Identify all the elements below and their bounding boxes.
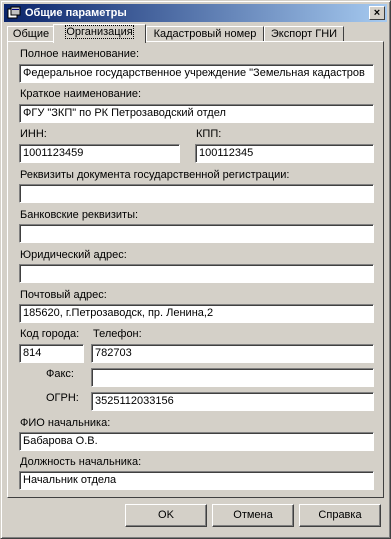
ogrn-label: ОГРН: [46, 392, 79, 404]
tab-organization[interactable]: Организация [53, 24, 146, 43]
city-code-label: Код города: [20, 328, 80, 340]
ogrn-field[interactable]: 3525112033156 [91, 392, 374, 411]
phone-field[interactable]: 782703 [91, 344, 374, 363]
full-name-label: Полное наименование: [20, 48, 140, 60]
chief-position-field[interactable]: Начальник отдела [19, 471, 374, 490]
ok-button[interactable]: OK [125, 504, 207, 527]
postal-address-label: Почтовый адрес: [20, 289, 107, 301]
chief-name-label: ФИО начальника: [20, 417, 111, 429]
inn-label: ИНН: [20, 128, 47, 140]
legal-address-field[interactable] [19, 264, 374, 283]
bank-label: Банковские реквизиты: [20, 209, 139, 221]
fax-label: Факс: [46, 368, 74, 380]
kpp-label: КПП: [196, 128, 222, 140]
reg-doc-label: Реквизиты документа государственной реги… [20, 169, 290, 181]
short-name-field[interactable]: ФГУ "ЗКП" по РК Петрозаводский отдел [19, 104, 374, 123]
window-title: Общие параметры [25, 7, 127, 19]
fax-field[interactable] [91, 368, 374, 387]
reg-doc-field[interactable] [19, 184, 374, 203]
chief-position-label: Должность начальника: [20, 456, 142, 468]
short-name-label: Краткое наименование: [20, 88, 142, 100]
dialog-window: Общие параметры × Общие Организация Када… [0, 0, 391, 539]
tab-general[interactable]: Общие [7, 26, 55, 42]
legal-address-label: Юридический адрес: [20, 249, 127, 261]
close-button[interactable]: × [369, 6, 385, 20]
help-button[interactable]: Справка [299, 504, 381, 527]
tab-export-gni[interactable]: Экспорт ГНИ [264, 26, 344, 42]
cancel-button[interactable]: Отмена [212, 504, 294, 527]
inn-field[interactable]: 1001123459 [19, 144, 180, 163]
full-name-field[interactable]: Федеральное государственное учреждение "… [19, 64, 374, 83]
close-icon: × [373, 6, 381, 19]
city-code-field[interactable]: 814 [19, 344, 84, 363]
phone-label: Телефон: [93, 328, 142, 340]
kpp-field[interactable]: 100112345 [195, 144, 374, 163]
postal-address-field[interactable]: 185620, г.Петрозаводск, пр. Ленина,2 [19, 304, 374, 323]
chief-name-field[interactable]: Бабарова О.В. [19, 432, 374, 451]
tab-cadastral-number[interactable]: Кадастровый номер [146, 26, 264, 42]
title-bar[interactable]: Общие параметры × [4, 4, 387, 22]
bank-field[interactable] [19, 224, 374, 243]
app-icon [7, 6, 21, 20]
